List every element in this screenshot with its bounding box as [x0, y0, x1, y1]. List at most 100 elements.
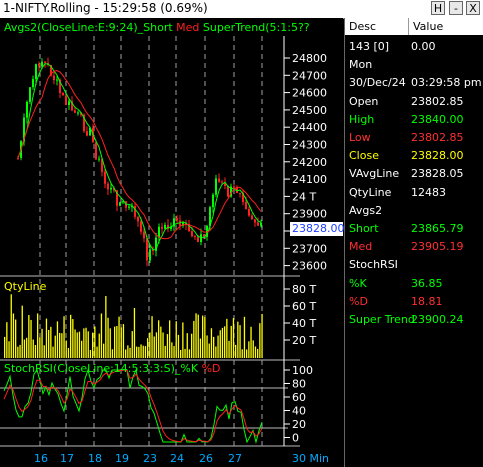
row-desc: Super Trend — [349, 313, 415, 326]
volume-bar — [17, 346, 19, 358]
data-row: 30/Dec/24 03:29:58 pm — [345, 74, 483, 91]
volume-bar — [188, 349, 191, 358]
row-value: 23828.00 — [411, 149, 464, 163]
volume-bar — [15, 319, 17, 358]
stoch-k-line — [3, 368, 263, 444]
candle-body — [218, 178, 220, 182]
volume-bar — [19, 344, 21, 358]
row-desc: StochRSI — [349, 258, 398, 272]
candle-body — [233, 186, 235, 188]
volume-label: QtyLine — [4, 280, 47, 293]
chart-canvas[interactable]: 2480024700246002450024400243002420024100… — [0, 18, 343, 467]
candle-body — [197, 236, 199, 243]
candle-body — [164, 224, 166, 229]
volume-bar — [158, 320, 160, 358]
volume-bar — [107, 317, 109, 358]
volume-bar — [217, 335, 219, 358]
volume-bar — [193, 320, 195, 358]
candle-body — [77, 112, 79, 114]
volume-bar — [254, 346, 257, 358]
x-axis-label: 18 — [88, 452, 102, 465]
volume-bar — [118, 316, 120, 358]
candle-body — [62, 92, 64, 96]
volume-bar — [246, 349, 248, 358]
row-desc: VAvgLine — [349, 167, 400, 181]
candle-body — [254, 219, 256, 223]
candle-body — [251, 215, 253, 220]
volume-bar — [199, 338, 202, 358]
data-row: Super Trend 23900.24 — [345, 311, 483, 328]
candle-body — [110, 187, 112, 190]
data-row: 143 [0] 0.00 — [345, 38, 483, 55]
candle-body — [191, 231, 193, 237]
volume-bar — [125, 349, 127, 358]
stoch-tick-label: 100 — [292, 364, 313, 377]
volume-bar — [160, 326, 162, 358]
row-desc: %K — [349, 276, 367, 290]
candle-body — [221, 181, 223, 183]
volume-bar — [191, 333, 193, 358]
volume-bar — [87, 331, 89, 358]
volume-bar — [72, 319, 74, 358]
candle-body — [149, 249, 151, 261]
chart-area[interactable]: 24800 24700 24600 24500 24400 24300 24200 24100… — [0, 18, 345, 467]
stoch-tick-label: 0 — [292, 432, 299, 445]
stoch-label: StochRSI(CloseLine:14:5:3:3:S)_%K %D — [4, 362, 221, 375]
volume-bar — [259, 323, 261, 358]
volume-bar — [114, 326, 116, 358]
timeframe-label[interactable]: 30 Min — [292, 452, 329, 465]
candle-body — [95, 142, 97, 160]
volume-bar — [21, 305, 23, 358]
volume-bar — [232, 318, 235, 358]
volume-bar — [162, 332, 164, 358]
volume-bar — [237, 321, 239, 358]
price-indicator-label: Avgs2(CloseLine:E:9:24)_Short Med SuperT… — [4, 21, 310, 34]
volume-bar — [171, 342, 173, 358]
row-desc: High — [349, 112, 375, 126]
volume-bar — [184, 348, 186, 358]
avgs2-label: Avgs2(CloseLine:E:9:24) — [4, 21, 138, 34]
x-axis-label: 17 — [60, 452, 74, 465]
volume-bar — [32, 339, 34, 358]
candle-body — [17, 157, 19, 159]
volume-bar — [149, 332, 151, 358]
stoch-tick-label: 80 — [292, 378, 306, 391]
stoch-d-line — [3, 369, 263, 443]
row-value: 23900.24 — [411, 313, 464, 326]
candle-body — [137, 216, 139, 222]
price-tick-label: 24400 — [292, 121, 327, 134]
volume-bar — [67, 348, 70, 358]
data-row: High 23840.00 — [345, 111, 483, 128]
volume-bar — [65, 340, 67, 358]
price-tick-label: 24700 — [292, 69, 327, 82]
help-button[interactable]: H — [431, 1, 445, 15]
volume-bar — [243, 316, 246, 358]
stoch-tick-label: 20 — [292, 418, 306, 431]
close-button[interactable]: X — [466, 1, 480, 15]
last-price-marker: 23828.00 — [290, 222, 345, 236]
volume-bar — [78, 331, 81, 358]
volume-bar — [127, 345, 129, 358]
candle-body — [41, 61, 43, 67]
volume-bar — [89, 349, 92, 358]
row-desc: Open — [349, 94, 379, 108]
volume-bar — [30, 319, 32, 358]
volume-bar — [173, 346, 175, 358]
price-tick-label: 24200 — [292, 156, 327, 169]
candle-body — [128, 206, 130, 208]
candle-body — [56, 79, 58, 81]
candle-body — [215, 178, 217, 195]
x-axis-label: 16 — [34, 452, 48, 465]
row-value: 36.85 — [411, 276, 443, 290]
volume-bar — [8, 341, 10, 358]
volume-bar — [250, 326, 252, 358]
volume-bar — [43, 345, 45, 358]
candle-body — [143, 231, 145, 239]
volume-bar — [120, 327, 122, 358]
volume-bar — [74, 329, 76, 358]
candle-body — [140, 221, 142, 232]
minimize-button[interactable]: - — [449, 1, 463, 15]
volume-bar — [10, 294, 12, 358]
row-desc: QtyLine — [349, 185, 392, 199]
volume-bar — [105, 296, 107, 358]
